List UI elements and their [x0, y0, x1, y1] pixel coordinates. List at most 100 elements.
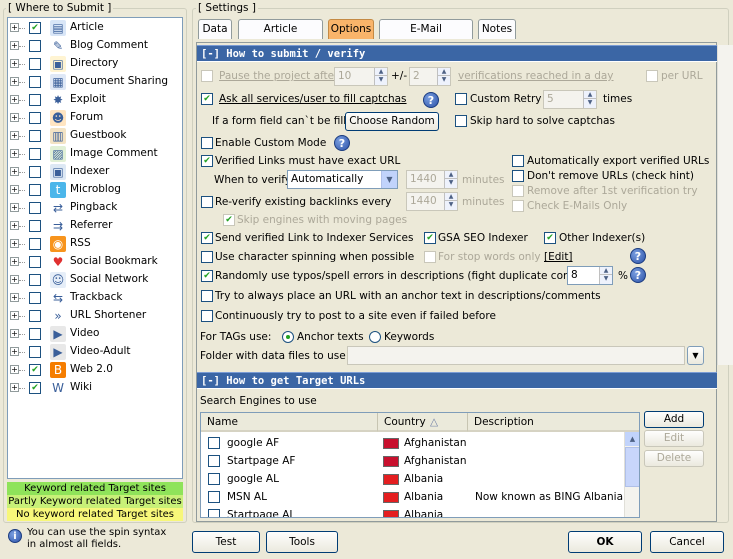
tab-notes[interactable]: Notes	[478, 19, 516, 39]
skip-moving-pages-checkbox[interactable]	[223, 214, 235, 226]
expand-icon[interactable]: +	[10, 329, 19, 338]
tree-item[interactable]: + ▶ Video-Adult	[8, 343, 182, 361]
expand-icon[interactable]: +	[10, 41, 19, 50]
verified-exact-url-checkbox[interactable]	[201, 155, 213, 167]
continuously-try-checkbox[interactable]	[201, 310, 213, 322]
captcha-help-icon[interactable]: ?	[423, 92, 439, 108]
scroll-thumb[interactable]	[625, 447, 639, 487]
check-emails-only-checkbox[interactable]	[512, 200, 524, 212]
platform-checkbox[interactable]	[29, 346, 41, 358]
column-country[interactable]: Country △	[378, 413, 468, 432]
platform-tree[interactable]: + ▤ Article + ✎ Blog Comment + ▣ Directory + ▦ Docu…	[7, 17, 183, 479]
custom-retry-checkbox[interactable]	[455, 93, 467, 105]
expand-icon[interactable]: +	[10, 311, 19, 320]
platform-checkbox[interactable]	[29, 76, 41, 88]
engine-checkbox[interactable]	[208, 473, 220, 485]
platform-checkbox[interactable]	[29, 58, 41, 70]
expand-icon[interactable]: +	[10, 167, 19, 176]
table-scrollbar[interactable]: ▲	[624, 432, 639, 517]
section-target-urls[interactable]: [-] How to get Target URLs	[197, 372, 717, 389]
expand-icon[interactable]: +	[10, 239, 19, 248]
engine-checkbox[interactable]	[208, 455, 220, 467]
table-row[interactable]: google AF Afghanistan	[201, 434, 625, 452]
expand-icon[interactable]: +	[10, 185, 19, 194]
tab-options[interactable]: Options	[328, 19, 374, 39]
scroll-up-arrow[interactable]: ▲	[625, 432, 639, 446]
expand-icon[interactable]: +	[10, 257, 19, 266]
tree-item[interactable]: + ▨ Image Comment	[8, 145, 182, 163]
platform-checkbox[interactable]	[29, 166, 41, 178]
pause-project-label[interactable]: Pause the project after	[219, 70, 338, 82]
send-to-indexer-checkbox[interactable]	[201, 232, 213, 244]
expand-icon[interactable]: +	[10, 383, 19, 392]
platform-checkbox[interactable]	[29, 148, 41, 160]
section-how-to-submit[interactable]: [-] How to submit / verify	[197, 45, 717, 62]
typos-percent-spinner[interactable]: 8 ▲ ▼	[567, 266, 613, 285]
reverify-checkbox[interactable]	[201, 196, 213, 208]
platform-checkbox[interactable]	[29, 256, 41, 268]
options-scrollbar[interactable]	[717, 45, 733, 365]
anchor-text-checkbox[interactable]	[201, 290, 213, 302]
dont-remove-urls-checkbox[interactable]	[512, 170, 524, 182]
cancel-button[interactable]: Cancel	[650, 531, 724, 553]
per-url-checkbox[interactable]	[646, 70, 658, 82]
choose-random-button[interactable]: Choose Random	[345, 112, 439, 131]
tree-item[interactable]: + ▤ Article	[8, 19, 182, 37]
tree-item[interactable]: + B Web 2.0	[8, 361, 182, 379]
tree-item[interactable]: + ✸ Exploit	[8, 91, 182, 109]
engine-checkbox[interactable]	[208, 491, 220, 503]
platform-checkbox[interactable]	[29, 130, 41, 142]
when-to-verify-select[interactable]: Automatically ▼	[287, 170, 398, 189]
tab-data[interactable]: Data	[198, 19, 232, 39]
pause-project-checkbox[interactable]	[201, 70, 213, 82]
tree-item[interactable]: + ♥ Social Bookmark	[8, 253, 182, 271]
table-row[interactable]: google AL Albania	[201, 470, 625, 488]
reverify-minutes-spinner[interactable]: 1440 ▲ ▼	[406, 192, 458, 211]
add-engine-button[interactable]: Add	[644, 411, 704, 428]
enable-custom-mode-checkbox[interactable]	[201, 137, 213, 149]
platform-checkbox[interactable]	[29, 310, 41, 322]
platform-checkbox[interactable]	[29, 202, 41, 214]
ok-button[interactable]: OK	[568, 531, 642, 553]
search-engines-table[interactable]: Name Country △ Description google AF Afgha…	[200, 412, 640, 518]
verifications-per-day-label[interactable]: verifications reached in a day	[458, 70, 614, 82]
engine-checkbox[interactable]	[208, 437, 220, 449]
tree-item[interactable]: + ☻ Forum	[8, 109, 182, 127]
gsa-seo-indexer-checkbox[interactable]	[424, 232, 436, 244]
remove-after-first-checkbox[interactable]	[512, 185, 524, 197]
expand-icon[interactable]: +	[10, 77, 19, 86]
custom-mode-help-icon[interactable]: ?	[334, 135, 350, 151]
table-row[interactable]: Startpage AL Albania	[201, 506, 625, 517]
other-indexers-checkbox[interactable]	[544, 232, 556, 244]
tree-item[interactable]: + ✎ Blog Comment	[8, 37, 182, 55]
table-row[interactable]: Startpage AF Afghanistan	[201, 452, 625, 470]
platform-checkbox[interactable]	[29, 112, 41, 124]
tree-item[interactable]: + » URL Shortener	[8, 307, 182, 325]
edit-engine-button[interactable]: Edit	[644, 430, 704, 447]
tree-item[interactable]: + ⇆ Trackback	[8, 289, 182, 307]
auto-export-checkbox[interactable]	[512, 155, 524, 167]
tab-email-verification[interactable]: E-Mail verification	[379, 19, 473, 53]
ask-captcha-label[interactable]: Ask all services/user to fill captchas	[219, 93, 407, 105]
tree-item[interactable]: + ▣ Directory	[8, 55, 182, 73]
typos-checkbox[interactable]	[201, 270, 213, 282]
platform-checkbox[interactable]	[29, 94, 41, 106]
verify-minutes-spinner[interactable]: 1440 ▲ ▼	[406, 170, 458, 189]
expand-icon[interactable]: +	[10, 221, 19, 230]
custom-retry-spinner[interactable]: 5 ▲ ▼	[543, 90, 597, 109]
expand-icon[interactable]: +	[10, 131, 19, 140]
tree-item[interactable]: + ⇄ Pingback	[8, 199, 182, 217]
tree-item[interactable]: + ▶ Video	[8, 325, 182, 343]
expand-icon[interactable]: +	[10, 149, 19, 158]
expand-icon[interactable]: +	[10, 113, 19, 122]
platform-checkbox[interactable]	[29, 238, 41, 250]
tree-item[interactable]: + ◉ RSS	[8, 235, 182, 253]
platform-checkbox[interactable]	[29, 274, 41, 286]
expand-icon[interactable]: +	[10, 347, 19, 356]
engine-checkbox[interactable]	[208, 509, 220, 517]
platform-checkbox[interactable]	[29, 382, 41, 394]
platform-checkbox[interactable]	[29, 22, 41, 34]
typos-help-icon[interactable]: ?	[630, 267, 646, 283]
skip-hard-captcha-checkbox[interactable]	[455, 115, 467, 127]
tree-item[interactable]: + ▣ Indexer	[8, 163, 182, 181]
